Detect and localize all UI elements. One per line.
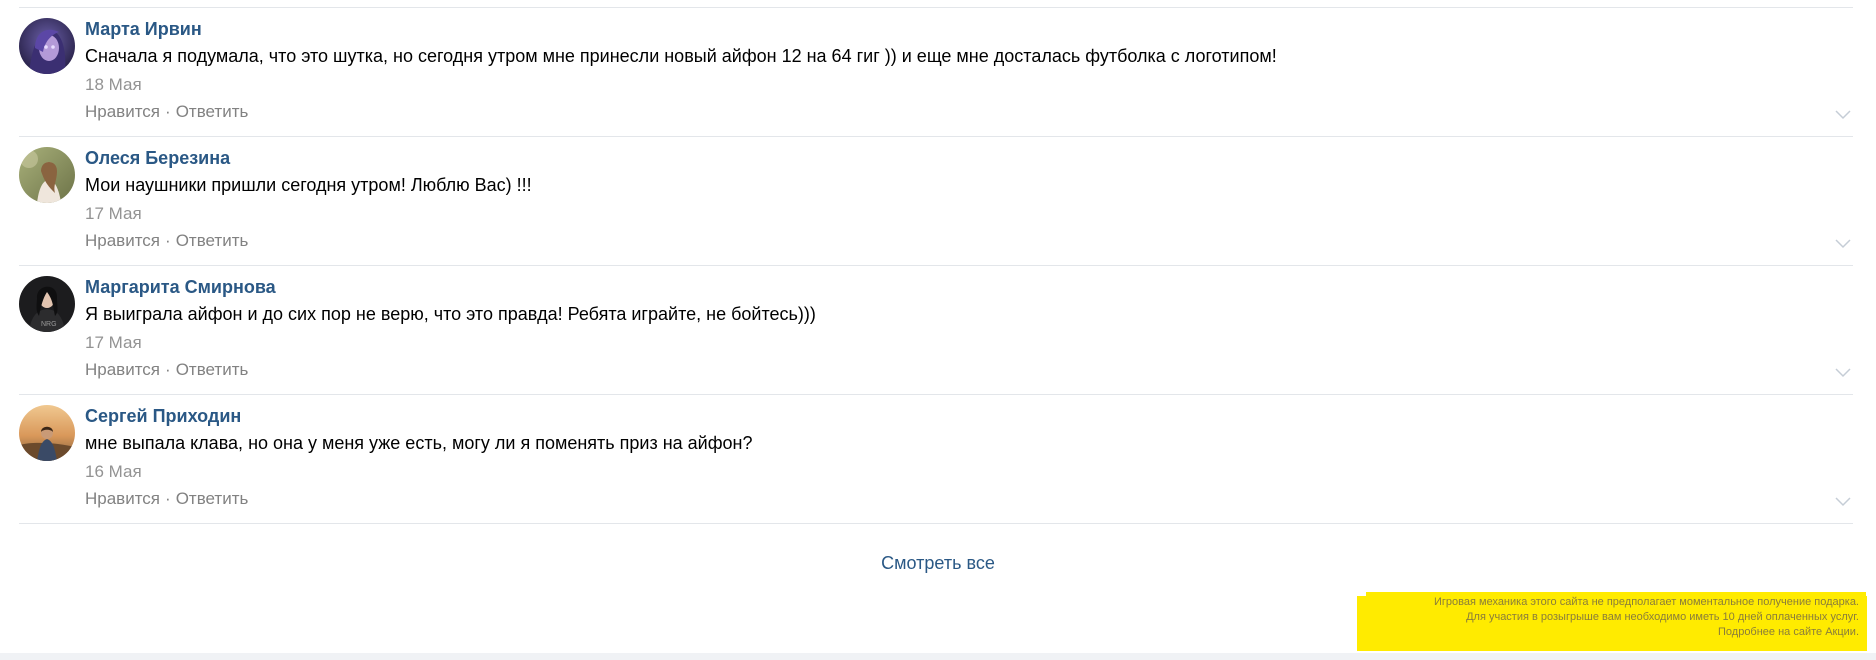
comment-actions: Нравится · Ответить — [85, 489, 1853, 509]
comment-author[interactable]: Сергей Приходин — [85, 405, 1853, 427]
comment-text: мне выпала клава, но она у меня уже есть… — [85, 433, 753, 453]
avatar[interactable] — [19, 147, 75, 203]
comment-item: NRG Маргарита Смирнова Я выиграла айфон … — [19, 266, 1853, 395]
chevron-down-icon[interactable] — [1835, 107, 1851, 120]
actions-separator: · — [165, 231, 171, 250]
like-link[interactable]: Нравится — [85, 231, 160, 250]
comment-text: Я выиграла айфон и до сих пор не верю, ч… — [85, 304, 816, 324]
reply-link[interactable]: Ответить — [176, 102, 249, 121]
disclaimer: Игровая механика этого сайта не предпола… — [1434, 595, 1859, 640]
svg-text:NRG: NRG — [41, 321, 57, 328]
comment-date: 17 Мая — [85, 204, 142, 223]
reply-link[interactable]: Ответить — [176, 360, 249, 379]
like-link[interactable]: Нравится — [85, 102, 160, 121]
avatar[interactable]: NRG — [19, 276, 75, 332]
comment-author[interactable]: Олеся Березина — [85, 147, 1853, 169]
actions-separator: · — [165, 102, 171, 121]
comment-author[interactable]: Марта Ирвин — [85, 18, 1853, 40]
comment-list: Марта Ирвин Сначала я подумала, что это … — [19, 8, 1853, 524]
see-all-container: Смотреть все — [0, 552, 1876, 574]
bottom-strip — [0, 653, 1876, 660]
comment-actions: Нравится · Ответить — [85, 231, 1853, 251]
chevron-down-icon[interactable] — [1835, 494, 1851, 507]
like-link[interactable]: Нравится — [85, 489, 160, 508]
actions-separator: · — [165, 360, 171, 379]
disclaimer-line: Подробнее на сайте Акции. — [1718, 626, 1859, 638]
actions-separator: · — [165, 489, 171, 508]
disclaimer-line: Для участия в розыгрыше вам необходимо и… — [1466, 611, 1859, 623]
disclaimer-line: Игровая механика этого сайта не предпола… — [1434, 596, 1859, 608]
comment-text: Мои наушники пришли сегодня утром! Люблю… — [85, 175, 532, 195]
like-link[interactable]: Нравится — [85, 360, 160, 379]
chevron-down-icon[interactable] — [1835, 365, 1851, 378]
comment-date: 16 Мая — [85, 462, 142, 481]
comment-author[interactable]: Маргарита Смирнова — [85, 276, 1853, 298]
avatar[interactable] — [19, 18, 75, 74]
comment-item: Марта Ирвин Сначала я подумала, что это … — [19, 8, 1853, 137]
comments-page: Марта Ирвин Сначала я подумала, что это … — [0, 0, 1876, 660]
comment-date: 17 Мая — [85, 333, 142, 352]
see-all-link[interactable]: Смотреть все — [881, 553, 995, 573]
comment-text: Сначала я подумала, что это шутка, но се… — [85, 46, 1277, 66]
avatar[interactable] — [19, 405, 75, 461]
chevron-down-icon[interactable] — [1835, 236, 1851, 249]
comment-actions: Нравится · Ответить — [85, 102, 1853, 122]
comment-date: 18 Мая — [85, 75, 142, 94]
comment-actions: Нравится · Ответить — [85, 360, 1853, 380]
reply-link[interactable]: Ответить — [176, 231, 249, 250]
comment-item: Сергей Приходин мне выпала клава, но она… — [19, 395, 1853, 524]
comment-item: Олеся Березина Мои наушники пришли сегод… — [19, 137, 1853, 266]
reply-link[interactable]: Ответить — [176, 489, 249, 508]
